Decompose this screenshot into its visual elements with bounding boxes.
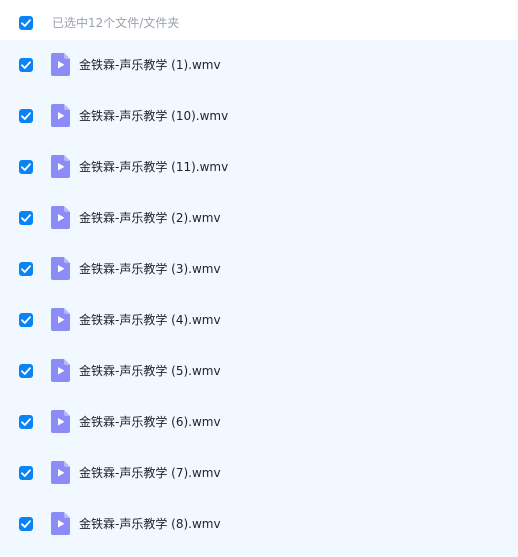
file-checkbox[interactable] [19,364,33,378]
video-file-icon [51,104,70,127]
file-checkbox[interactable] [19,517,33,531]
file-checkbox[interactable] [19,262,33,276]
file-name[interactable]: 金铁霖-声乐教学 (6).wmv [79,414,221,431]
checkmark-icon [21,214,31,222]
video-file-icon [51,53,70,76]
file-row[interactable]: 金铁霖-声乐教学 (8).wmv [0,499,518,550]
checkmark-icon [21,316,31,324]
file-name[interactable]: 金铁霖-声乐教学 (1).wmv [79,57,221,74]
video-file-icon [51,155,70,178]
video-file-icon [51,461,70,484]
checkmark-icon [21,265,31,273]
file-name[interactable]: 金铁霖-声乐教学 (11).wmv [79,159,228,176]
file-row[interactable]: 金铁霖-声乐教学 (10).wmv [0,91,518,142]
file-name[interactable]: 金铁霖-声乐教学 (2).wmv [79,210,221,227]
file-checkbox[interactable] [19,160,33,174]
file-row[interactable]: 金铁霖-声乐教学 (4).wmv [0,295,518,346]
file-name[interactable]: 金铁霖-声乐教学 (8).wmv [79,516,221,533]
file-row[interactable]: 金铁霖-声乐教学 (11).wmv [0,142,518,193]
video-file-icon [51,257,70,280]
checkmark-icon [21,19,31,27]
file-row[interactable]: 金铁霖-声乐教学 (1).wmv [0,40,518,91]
file-name[interactable]: 金铁霖-声乐教学 (7).wmv [79,465,221,482]
select-all-checkbox[interactable] [19,16,33,30]
video-file-icon [51,410,70,433]
file-checkbox[interactable] [19,466,33,480]
checkmark-icon [21,112,31,120]
file-row[interactable]: 金铁霖-声乐教学 (7).wmv [0,448,518,499]
file-name[interactable]: 金铁霖-声乐教学 (5).wmv [79,363,221,380]
file-checkbox[interactable] [19,58,33,72]
checkmark-icon [21,520,31,528]
file-checkbox[interactable] [19,313,33,327]
selection-count-text: 已选中12个文件/文件夹 [52,16,180,30]
selection-header: 已选中12个文件/文件夹 [0,0,518,40]
file-selection-panel: 已选中12个文件/文件夹 金铁霖-声乐教学 (1).wmv 金铁霖-声乐教学 (… [0,0,518,557]
checkmark-icon [21,163,31,171]
checkmark-icon [21,61,31,69]
file-checkbox[interactable] [19,109,33,123]
video-file-icon [51,206,70,229]
file-list: 金铁霖-声乐教学 (1).wmv 金铁霖-声乐教学 (10).wmv 金铁霖-声… [0,40,518,557]
video-file-icon [51,512,70,535]
file-checkbox[interactable] [19,415,33,429]
file-row[interactable]: 金铁霖-声乐教学 (3).wmv [0,244,518,295]
file-row[interactable]: 金铁霖-声乐教学 (6).wmv [0,397,518,448]
file-row[interactable]: 金铁霖-声乐教学 (5).wmv [0,346,518,397]
file-name[interactable]: 金铁霖-声乐教学 (10).wmv [79,108,228,125]
checkmark-icon [21,469,31,477]
file-checkbox[interactable] [19,211,33,225]
file-name[interactable]: 金铁霖-声乐教学 (4).wmv [79,312,221,329]
checkmark-icon [21,418,31,426]
file-name[interactable]: 金铁霖-声乐教学 (3).wmv [79,261,221,278]
file-row[interactable]: 金铁霖-声乐教学 (2).wmv [0,193,518,244]
video-file-icon [51,359,70,382]
checkmark-icon [21,367,31,375]
video-file-icon [51,308,70,331]
